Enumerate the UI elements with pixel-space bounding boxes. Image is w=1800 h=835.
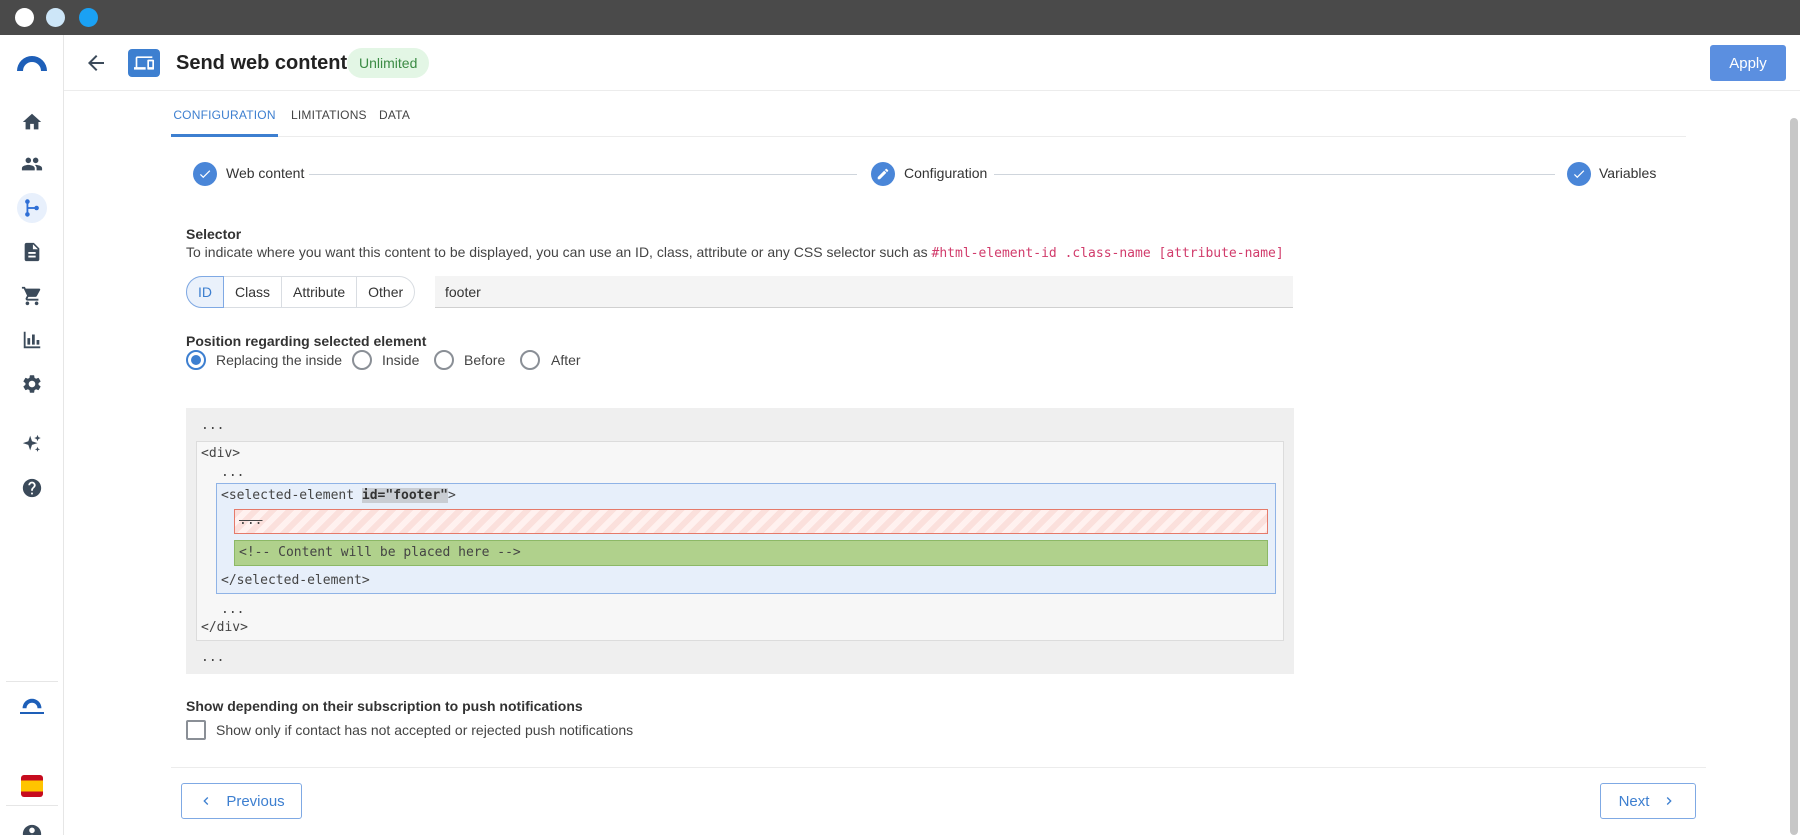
preview-placeholder-comment: <!-- Content will be placed here --> bbox=[239, 545, 521, 560]
step-edit-icon[interactable] bbox=[871, 162, 895, 186]
position-title: Position regarding selected element bbox=[186, 333, 427, 349]
logo-icon[interactable] bbox=[15, 53, 49, 73]
step-label-configuration[interactable]: Configuration bbox=[904, 165, 987, 181]
position-label-inside[interactable]: Inside bbox=[382, 352, 419, 368]
push-title: Show depending on their subscription to … bbox=[186, 698, 583, 714]
position-label-after[interactable]: After bbox=[551, 352, 581, 368]
spain-flag-icon[interactable] bbox=[21, 775, 43, 797]
step-label-web-content[interactable]: Web content bbox=[226, 165, 304, 181]
preview-selected-open: <selected-element id="footer"> bbox=[221, 488, 456, 503]
push-checkbox-label[interactable]: Show only if contact has not accepted or… bbox=[216, 722, 633, 738]
position-radio-replacing[interactable] bbox=[186, 350, 206, 370]
step-label-variables[interactable]: Variables bbox=[1599, 165, 1656, 181]
position-radio-before[interactable] bbox=[434, 350, 454, 370]
sidebar-divider-bottom bbox=[6, 805, 58, 806]
step-connector bbox=[309, 174, 857, 175]
next-button[interactable]: Next bbox=[1600, 783, 1696, 819]
window-maximize-dot[interactable] bbox=[79, 8, 98, 27]
preview-dots: ... bbox=[221, 465, 245, 480]
chart-icon[interactable] bbox=[17, 325, 47, 355]
selector-type-toggle: ID Class Attribute Other bbox=[186, 276, 416, 308]
selector-description-text: To indicate where you want this content … bbox=[186, 244, 932, 260]
position-label-replacing[interactable]: Replacing the inside bbox=[216, 352, 342, 368]
selector-type-attribute[interactable]: Attribute bbox=[282, 277, 358, 307]
back-arrow-icon[interactable] bbox=[84, 51, 108, 75]
preview-selected-prefix: <selected-element bbox=[221, 488, 362, 503]
workflow-icon[interactable] bbox=[17, 193, 47, 223]
selector-type-other[interactable]: Other bbox=[357, 277, 414, 307]
settings-icon[interactable] bbox=[17, 369, 47, 399]
contacts-icon[interactable] bbox=[17, 149, 47, 179]
preview-dots: ... bbox=[201, 650, 225, 665]
preview-div-close: </div> bbox=[201, 620, 248, 635]
preview-selected-suffix: > bbox=[447, 488, 456, 503]
page-scrollbar[interactable] bbox=[1790, 118, 1798, 835]
window-titlebar bbox=[0, 0, 1800, 35]
preview-removed-dots: ... bbox=[239, 513, 263, 528]
stepper: Web content Configuration Variables bbox=[193, 160, 1656, 188]
tab-data[interactable]: DATA bbox=[379, 93, 410, 137]
sparkle-icon[interactable] bbox=[17, 429, 47, 459]
tab-bar: CONFIGURATION LIMITATIONS DATA bbox=[171, 93, 1686, 137]
previous-button-label: Previous bbox=[226, 792, 285, 810]
step-check-icon[interactable] bbox=[1567, 162, 1591, 186]
step-check-icon[interactable] bbox=[193, 162, 217, 186]
push-checkbox[interactable] bbox=[186, 720, 206, 740]
position-label-before[interactable]: Before bbox=[464, 352, 505, 368]
selector-example-code: #html-element-id .class-name [attribute-… bbox=[931, 246, 1284, 261]
company-logo-icon[interactable] bbox=[18, 698, 46, 720]
page-title: Send web content bbox=[176, 52, 348, 74]
selector-type-class[interactable]: Class bbox=[224, 277, 283, 307]
preview-new-content: <!-- Content will be placed here --> bbox=[234, 540, 1268, 566]
previous-button[interactable]: Previous bbox=[181, 783, 302, 819]
home-icon[interactable] bbox=[17, 107, 47, 137]
preview-selected-close: </selected-element> bbox=[221, 573, 370, 588]
window-minimize-dot[interactable] bbox=[46, 8, 65, 27]
page-header: Send web content Unlimited Apply bbox=[64, 35, 1800, 91]
position-preview: ... <div> ... <selected-element id="foot… bbox=[186, 408, 1294, 674]
preview-selected-attr: id="footer" bbox=[361, 488, 448, 503]
position-radio-after[interactable] bbox=[520, 350, 540, 370]
window-close-dot[interactable] bbox=[15, 8, 34, 27]
next-button-label: Next bbox=[1618, 792, 1650, 810]
selector-type-id[interactable]: ID bbox=[186, 276, 224, 308]
web-content-icon bbox=[128, 49, 160, 77]
selector-description: To indicate where you want this content … bbox=[186, 244, 1284, 261]
preview-dots: ... bbox=[201, 418, 225, 433]
preview-removed-content: ... bbox=[234, 509, 1268, 534]
sidebar-divider bbox=[6, 681, 58, 682]
chevron-right-icon bbox=[1667, 797, 1673, 805]
preview-selected-element: <selected-element id="footer"> ... <!-- … bbox=[216, 483, 1276, 594]
chevron-left-icon bbox=[203, 797, 209, 805]
selector-input[interactable] bbox=[435, 276, 1293, 308]
position-radio-inside[interactable] bbox=[352, 350, 372, 370]
preview-container: <div> ... <selected-element id="footer">… bbox=[196, 441, 1284, 641]
step-connector bbox=[994, 174, 1555, 175]
tab-configuration[interactable]: CONFIGURATION bbox=[171, 93, 278, 137]
cart-icon[interactable] bbox=[17, 281, 47, 311]
account-icon[interactable] bbox=[17, 819, 47, 835]
help-icon[interactable] bbox=[17, 473, 47, 503]
preview-div-open: <div> bbox=[201, 446, 241, 461]
footer-divider bbox=[171, 767, 1706, 768]
tab-limitations[interactable]: LIMITATIONS bbox=[291, 93, 367, 137]
preview-dots: ... bbox=[221, 602, 245, 617]
status-badge: Unlimited bbox=[347, 48, 430, 78]
sidebar bbox=[0, 35, 64, 835]
document-icon[interactable] bbox=[17, 237, 47, 267]
selector-title: Selector bbox=[186, 226, 242, 242]
apply-button[interactable]: Apply bbox=[1710, 45, 1786, 81]
